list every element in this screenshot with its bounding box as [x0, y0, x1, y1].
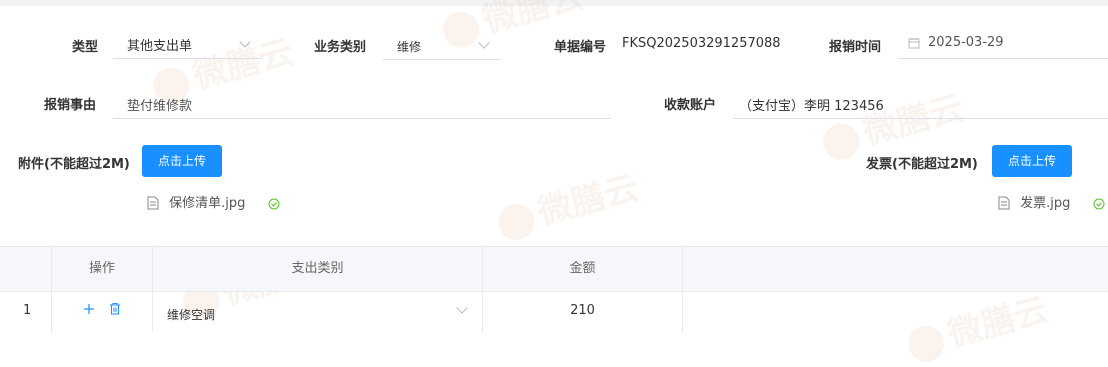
document-icon	[998, 196, 1010, 211]
row-category-select[interactable]: 维修空调	[153, 292, 483, 332]
reason-input[interactable]: 垫付维修款	[113, 89, 611, 119]
date-label: 报销时间	[829, 40, 882, 55]
chevron-down-icon	[478, 37, 490, 49]
category-column-header: 支出类别	[153, 247, 483, 291]
account-value: （支付宝）李明 123456	[739, 99, 884, 114]
check-circle-icon	[1093, 196, 1105, 211]
check-circle-icon	[268, 196, 280, 211]
invoice-file-item[interactable]: 发票.jpg	[998, 192, 1105, 212]
top-bar	[0, 0, 1108, 6]
operation-column-header: 操作	[52, 247, 153, 291]
add-row-icon[interactable]	[83, 303, 95, 319]
doc-no-label: 单据编号	[554, 40, 607, 55]
doc-no-value: FKSQ202503291257088	[622, 36, 781, 51]
type-label: 类型	[72, 40, 99, 55]
attachment-file-item[interactable]: 保修清单.jpg	[147, 192, 280, 212]
reason-label: 报销事由	[44, 98, 97, 113]
table-header: 操作 支出类别 金额	[0, 247, 1108, 292]
row-amount[interactable]: 210	[483, 292, 683, 332]
amount-column-header: 金额	[483, 247, 683, 291]
row-index: 1	[0, 292, 52, 332]
table-row: 1 维修空调 210	[0, 292, 1108, 332]
attachment-file-name: 保修清单.jpg	[169, 196, 246, 211]
date-picker[interactable]: 2025-03-29	[898, 29, 1108, 59]
row-category-value: 维修空调	[167, 308, 216, 322]
account-label: 收款账户	[664, 98, 717, 113]
attachment-upload-button[interactable]: 点击上传	[142, 145, 222, 177]
chevron-down-icon	[239, 36, 251, 48]
category-label: 业务类别	[314, 40, 367, 55]
calendar-icon	[908, 37, 920, 53]
type-select-value: 其他支出单	[127, 39, 193, 54]
watermark: 微膳云	[491, 160, 643, 245]
date-value: 2025-03-29	[928, 35, 1004, 50]
category-select[interactable]: 维修	[383, 30, 501, 60]
invoice-upload-button[interactable]: 点击上传	[992, 145, 1072, 177]
type-select[interactable]: 其他支出单	[113, 29, 263, 59]
invoice-file-name: 发票.jpg	[1020, 196, 1071, 211]
attachments-label: 附件(不能超过2M)	[18, 157, 130, 172]
row-actions	[52, 292, 153, 332]
invoices-label: 发票(不能超过2M)	[866, 157, 978, 172]
index-column-header	[0, 247, 52, 291]
account-select[interactable]: （支付宝）李明 123456	[733, 89, 1108, 119]
expense-table: 操作 支出类别 金额 1 维修空调 210	[0, 246, 1108, 332]
category-select-value: 维修	[397, 40, 422, 54]
delete-row-icon[interactable]	[109, 302, 121, 319]
reason-value: 垫付维修款	[127, 99, 193, 114]
document-icon	[147, 196, 159, 211]
chevron-down-icon	[456, 302, 468, 314]
